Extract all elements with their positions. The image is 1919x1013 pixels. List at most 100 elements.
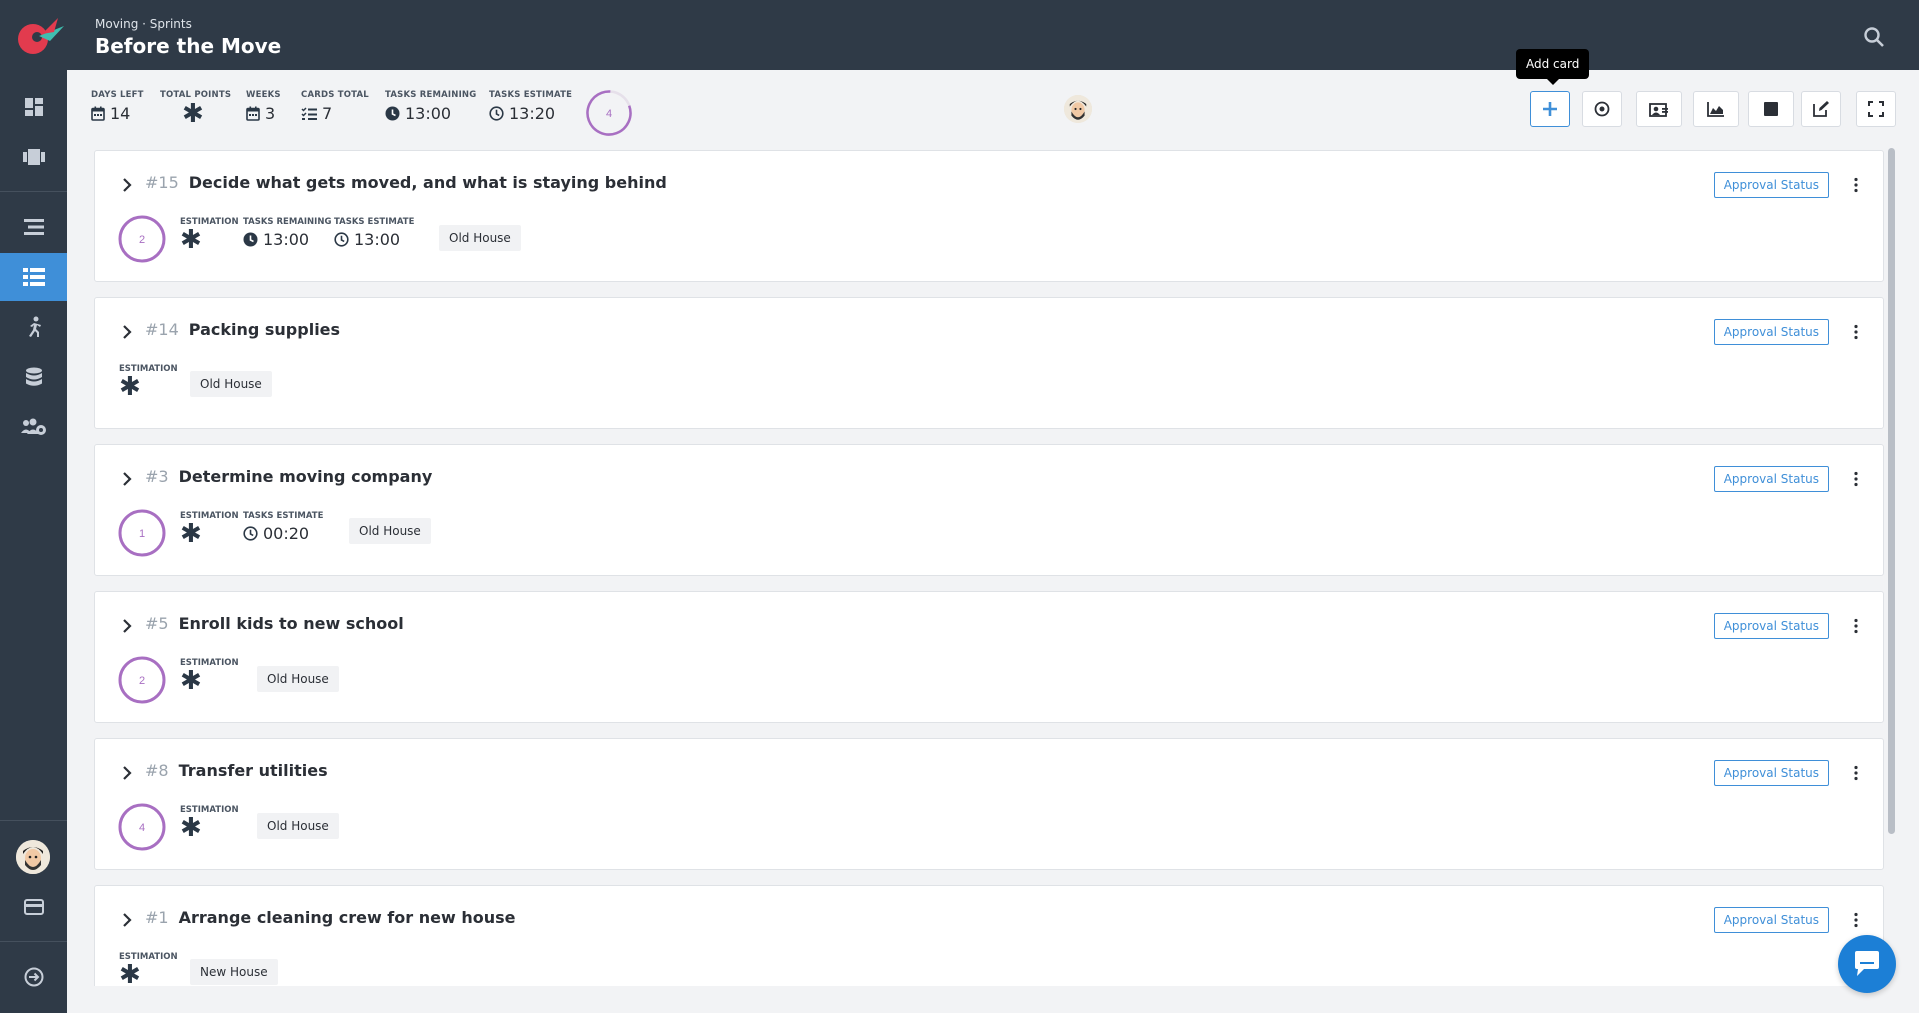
chevron-right-icon[interactable] [119, 471, 135, 487]
meta-label: TASKS ESTIMATE [243, 511, 324, 521]
sidebar-item-billing[interactable] [0, 883, 67, 931]
assign-user-button[interactable] [1636, 91, 1682, 127]
approval-status-button[interactable]: Approval Status [1713, 907, 1829, 933]
approval-status-button[interactable]: Approval Status [1713, 613, 1829, 639]
approval-status-button[interactable]: Approval Status [1713, 466, 1829, 492]
card-tag[interactable]: Old House [257, 666, 339, 692]
points-ring-value: 2 [139, 234, 145, 246]
card-item[interactable]: #8 Transfer utilities Approval Status 4 … [94, 738, 1884, 870]
stat-tasks-estimate: TASKS ESTIMATE 13:20 [489, 90, 572, 123]
asterisk-icon: ✱ [180, 519, 202, 549]
board-icon [22, 149, 45, 165]
sprint-progress-ring: 4 [586, 90, 632, 136]
sidebar-item-board[interactable] [0, 133, 67, 181]
meta-label: TASKS ESTIMATE [334, 217, 415, 227]
user-avatar[interactable] [16, 840, 50, 874]
app-logo[interactable] [14, 14, 64, 58]
calendar-icon [91, 106, 105, 121]
stat-label: CARDS TOTAL [301, 90, 369, 100]
more-vertical-icon[interactable] [1853, 765, 1859, 781]
meta-value: 13:00 [263, 230, 310, 249]
search-icon[interactable] [1863, 26, 1885, 48]
more-vertical-icon[interactable] [1853, 912, 1859, 928]
sidebar-item-dashboard[interactable] [0, 83, 67, 131]
page-title: Before the Move [95, 34, 282, 58]
card-item[interactable]: #1 Arrange cleaning crew for new house A… [94, 885, 1884, 986]
card-title[interactable]: Arrange cleaning crew for new house [179, 908, 516, 927]
stat-value: 7 [322, 104, 333, 123]
sidebar-item-logout[interactable] [0, 953, 67, 1001]
users-gear-icon [20, 418, 46, 435]
card-tag[interactable]: Old House [190, 371, 272, 397]
edit-sprint-button[interactable] [1801, 91, 1841, 127]
card-number: #3 [145, 467, 169, 486]
estimation-meta: ESTIMATION ✱ [180, 217, 239, 253]
area-chart-icon [1707, 102, 1724, 117]
points-ring-value: 4 [139, 822, 145, 834]
card-title[interactable]: Decide what gets moved, and what is stay… [189, 173, 667, 192]
chevron-right-icon[interactable] [119, 618, 135, 634]
points-asterisk-icon: ✱ [182, 99, 204, 129]
target-button[interactable] [1582, 91, 1622, 127]
sidebar-item-timeline[interactable] [0, 203, 67, 251]
card-title[interactable]: Enroll kids to new school [179, 614, 404, 633]
clock-outline-icon [334, 232, 349, 247]
estimation-meta: ESTIMATION ✱ [180, 511, 239, 549]
more-vertical-icon[interactable] [1853, 324, 1859, 340]
chevron-right-icon[interactable] [119, 324, 135, 340]
stat-label: TASKS REMAINING [385, 90, 477, 100]
assignee-avatar[interactable] [1064, 95, 1092, 123]
more-vertical-icon[interactable] [1853, 177, 1859, 193]
sidebar-item-database[interactable] [0, 353, 67, 401]
estimation-meta: ESTIMATION ✱ [119, 952, 178, 986]
card-item[interactable]: #15 Decide what gets moved, and what is … [94, 150, 1884, 282]
chevron-right-icon[interactable] [119, 912, 135, 928]
approval-status-button[interactable]: Approval Status [1713, 172, 1829, 198]
card-tag[interactable]: Old House [349, 518, 431, 544]
card-list: #15 Decide what gets moved, and what is … [94, 150, 1884, 986]
list-view-icon [22, 268, 45, 286]
points-ring-value: 2 [139, 675, 145, 687]
tasks-estimate-meta: TASKS ESTIMATE 13:00 [334, 217, 414, 249]
more-vertical-icon[interactable] [1853, 618, 1859, 634]
points-ring: 2 [118, 215, 166, 263]
card-tag[interactable]: New House [190, 959, 278, 985]
card-item[interactable]: #14 Packing supplies Approval Status EST… [94, 297, 1884, 429]
approval-status-button[interactable]: Approval Status [1713, 760, 1829, 786]
sidebar-item-activity[interactable] [0, 303, 67, 351]
sidebar-item-team-settings[interactable] [0, 403, 67, 451]
stat-tasks-remaining: TASKS REMAINING 13:00 [385, 90, 476, 123]
card-number: #5 [145, 614, 169, 633]
dashboard-icon [24, 98, 43, 116]
card-item[interactable]: #5 Enroll kids to new school Approval St… [94, 591, 1884, 723]
more-vertical-icon[interactable] [1853, 471, 1859, 487]
approval-status-button[interactable]: Approval Status [1713, 319, 1829, 345]
burndown-chart-button[interactable] [1693, 91, 1739, 127]
card-title[interactable]: Transfer utilities [179, 761, 328, 780]
chat-widget-button[interactable] [1838, 935, 1896, 993]
add-card-tooltip: Add card [1516, 49, 1590, 85]
stop-sprint-button[interactable] [1748, 91, 1794, 127]
sidebar-item-sprints[interactable] [0, 253, 67, 301]
stat-weeks: WEEKS 3 [246, 90, 281, 123]
calendar-icon [246, 106, 260, 121]
card-item[interactable]: #3 Determine moving company Approval Sta… [94, 444, 1884, 576]
asterisk-icon: ✱ [119, 960, 141, 986]
fullscreen-icon [1868, 101, 1884, 117]
plus-icon [1543, 102, 1557, 116]
database-icon [25, 367, 42, 386]
breadcrumb[interactable]: Moving · Sprints [95, 17, 192, 31]
card-title[interactable]: Determine moving company [179, 467, 433, 486]
stat-value: 14 [110, 104, 131, 123]
scrollbar[interactable] [1888, 148, 1895, 834]
chevron-right-icon[interactable] [119, 765, 135, 781]
fullscreen-button[interactable] [1856, 91, 1896, 127]
card-title[interactable]: Packing supplies [189, 320, 340, 339]
points-ring: 4 [118, 803, 166, 851]
card-tag[interactable]: Old House [439, 225, 521, 251]
add-card-button[interactable] [1530, 91, 1570, 127]
meta-value: 00:20 [263, 524, 310, 543]
tasks-remaining-meta: TASKS REMAINING 13:00 [243, 217, 331, 249]
card-tag[interactable]: Old House [257, 813, 339, 839]
chevron-right-icon[interactable] [119, 177, 135, 193]
